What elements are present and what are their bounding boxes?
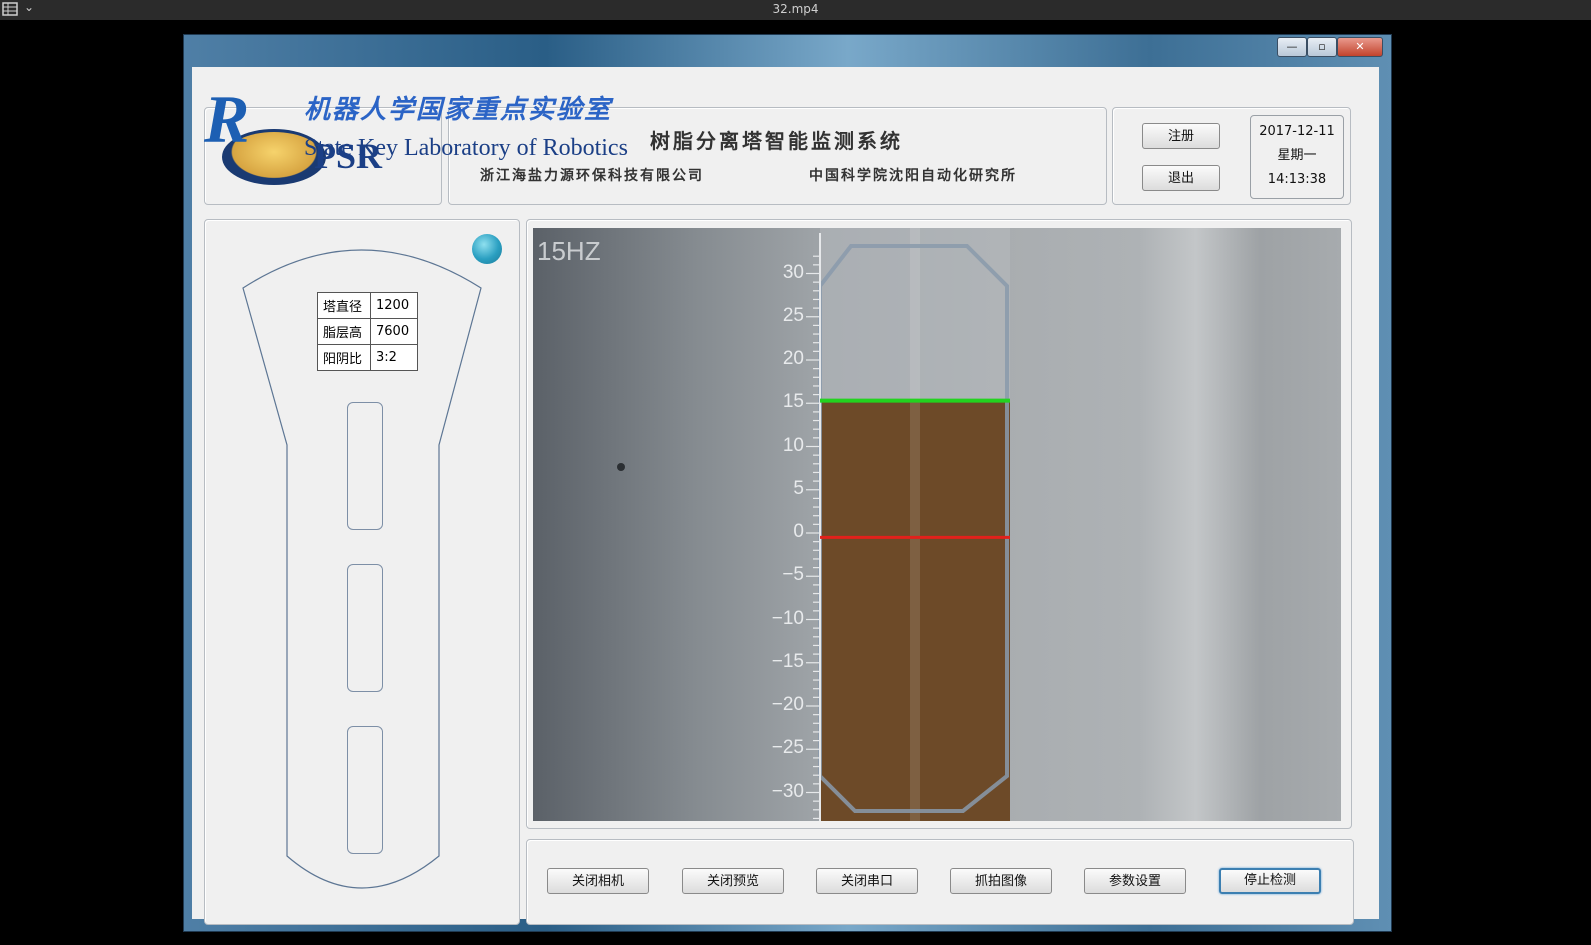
status-indicator: [472, 234, 502, 264]
table-row: 阳阴比 3:2: [317, 344, 418, 371]
param-table: 塔直径 1200 脂层高 7600 阳阴比 3:2: [317, 292, 418, 371]
scale-label: 30: [782, 261, 804, 283]
video-title: 32.mp4: [772, 2, 819, 16]
scale-label: 20: [782, 348, 804, 369]
param-value: 7600: [370, 318, 418, 345]
date-text: 2017-12-11: [1259, 124, 1335, 139]
table-row: 塔直径 1200: [317, 292, 418, 319]
param-label: 塔直径: [317, 292, 371, 319]
logo-letter: R: [204, 81, 250, 157]
scale-label: −25: [771, 737, 804, 759]
capture-image-button[interactable]: 抓拍图像: [950, 868, 1052, 894]
datetime-box: 2017-12-11 星期一 14:13:38: [1250, 115, 1344, 199]
player-title-bar: ⌄ 32.mp4: [0, 0, 1591, 20]
lab-name-en: State Key Laboratory of Robotics: [304, 135, 628, 161]
scale-label: −15: [771, 650, 804, 672]
client-area: R PSR 机器人学国家重点实验室 State Key Laboratory o…: [192, 67, 1379, 925]
param-value: 1200: [370, 292, 418, 319]
time-text: 14:13:38: [1267, 172, 1327, 187]
table-row: 脂层高 7600: [317, 318, 418, 345]
company-left: 浙江海盐力源环保科技有限公司: [480, 168, 704, 184]
register-button[interactable]: 注册: [1142, 123, 1220, 149]
lab-name-cn: 机器人学国家重点实验室: [304, 95, 613, 125]
tower-section-middle: [347, 564, 383, 692]
weekday-text: 星期一: [1277, 148, 1317, 163]
close-serial-button[interactable]: 关闭串口: [816, 868, 918, 894]
param-label: 脂层高: [317, 318, 371, 345]
scale-label: −20: [771, 694, 804, 715]
close-camera-button[interactable]: 关闭相机: [547, 868, 649, 894]
dust-speck: [617, 463, 625, 471]
camera-view: 15HZ 30 25 20 15 10 5 0 −5 −10 −15 −20 −25 −30: [533, 228, 1341, 821]
tube-highlight: [910, 228, 920, 821]
camera-panel: 15HZ 30 25 20 15 10 5 0 −5 −10 −15 −20 −25 −30: [526, 219, 1352, 829]
scale-label: 15: [782, 391, 804, 413]
minimize-button[interactable]: —: [1277, 37, 1307, 57]
tower-section-upper: [347, 402, 383, 530]
scale-label: 25: [782, 304, 804, 326]
company-right: 中国科学院沈阳自动化研究所: [809, 168, 1017, 184]
param-value: 3:2: [370, 344, 418, 371]
app-window: — ▫ ✕ R PSR 机器人学国家重点实验室 State Key Labora…: [183, 34, 1392, 932]
param-label: 阳阴比: [317, 344, 371, 371]
controls-panel: 关闭相机 关闭预览 关闭串口 抓拍图像 参数设置 停止检测: [526, 839, 1354, 925]
maximize-button[interactable]: ▫: [1307, 37, 1337, 57]
window-title-bar: — ▫ ✕: [184, 35, 1391, 67]
tower-section-lower: [347, 726, 383, 854]
camera-overlay: [617, 228, 1010, 821]
scale-label: 10: [782, 434, 804, 456]
scale-label: 5: [793, 477, 804, 499]
scale-label: 0: [793, 521, 804, 542]
system-title: 树脂分离塔智能监测系统: [650, 129, 903, 153]
tower-panel: 塔直径 1200 脂层高 7600 阳阴比 3:2: [204, 219, 520, 925]
scale-label: −30: [771, 780, 804, 802]
scale-label: −10: [771, 607, 804, 629]
stop-detection-button[interactable]: 停止检测: [1219, 868, 1321, 894]
scale-label: −5: [782, 564, 804, 586]
param-settings-button[interactable]: 参数设置: [1084, 868, 1186, 894]
exit-button[interactable]: 退出: [1142, 165, 1220, 191]
close-button[interactable]: ✕: [1337, 37, 1383, 57]
close-preview-button[interactable]: 关闭预览: [682, 868, 784, 894]
